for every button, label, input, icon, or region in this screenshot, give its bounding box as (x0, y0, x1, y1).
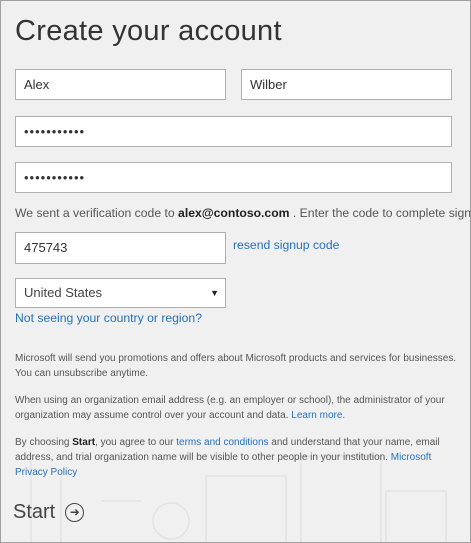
arrow-right-circle-icon: ➜ (65, 502, 85, 522)
signup-window: Create your account Alex Wilber ••••••••… (0, 0, 471, 543)
country-value: United States (24, 285, 103, 300)
verification-code-field[interactable]: 475743 (15, 232, 226, 264)
resend-code-link[interactable]: resend signup code (233, 238, 339, 252)
country-select[interactable]: United States ▼ (15, 278, 226, 308)
confirm-password-field[interactable]: ••••••••••• (15, 162, 452, 193)
password-field[interactable]: ••••••••••• (15, 116, 452, 147)
terms-prefix: By choosing (15, 437, 70, 448)
promo-notice: Microsoft will send you promotions and o… (15, 353, 457, 379)
verify-email: alex@contoso.com (178, 206, 290, 220)
terms-middle: , you agree to our (95, 437, 174, 448)
last-name-field[interactable]: Wilber (241, 69, 452, 100)
terms-link[interactable]: terms and conditions (176, 437, 268, 448)
org-notice: When using an organization email address… (15, 393, 460, 423)
terms-start-word: Start (72, 437, 96, 448)
verification-message: We sent a verification code to alex@cont… (15, 206, 470, 220)
learn-more-link[interactable]: Learn more. (291, 410, 345, 421)
page-title: Create your account (15, 15, 282, 47)
start-button[interactable]: Start ➜ (13, 499, 85, 525)
country-help-link[interactable]: Not seeing your country or region? (15, 311, 202, 325)
first-name-field[interactable]: Alex (15, 69, 226, 100)
start-label: Start (13, 500, 56, 523)
org-notice-text: When using an organization email address… (15, 395, 445, 421)
verify-prefix: We sent a verification code to (15, 206, 175, 220)
dropdown-arrow-icon: ▼ (210, 288, 219, 298)
verify-suffix: . Enter the code to complete signup. (292, 206, 471, 220)
terms-notice: By choosing Start, you agree to our term… (15, 435, 460, 480)
